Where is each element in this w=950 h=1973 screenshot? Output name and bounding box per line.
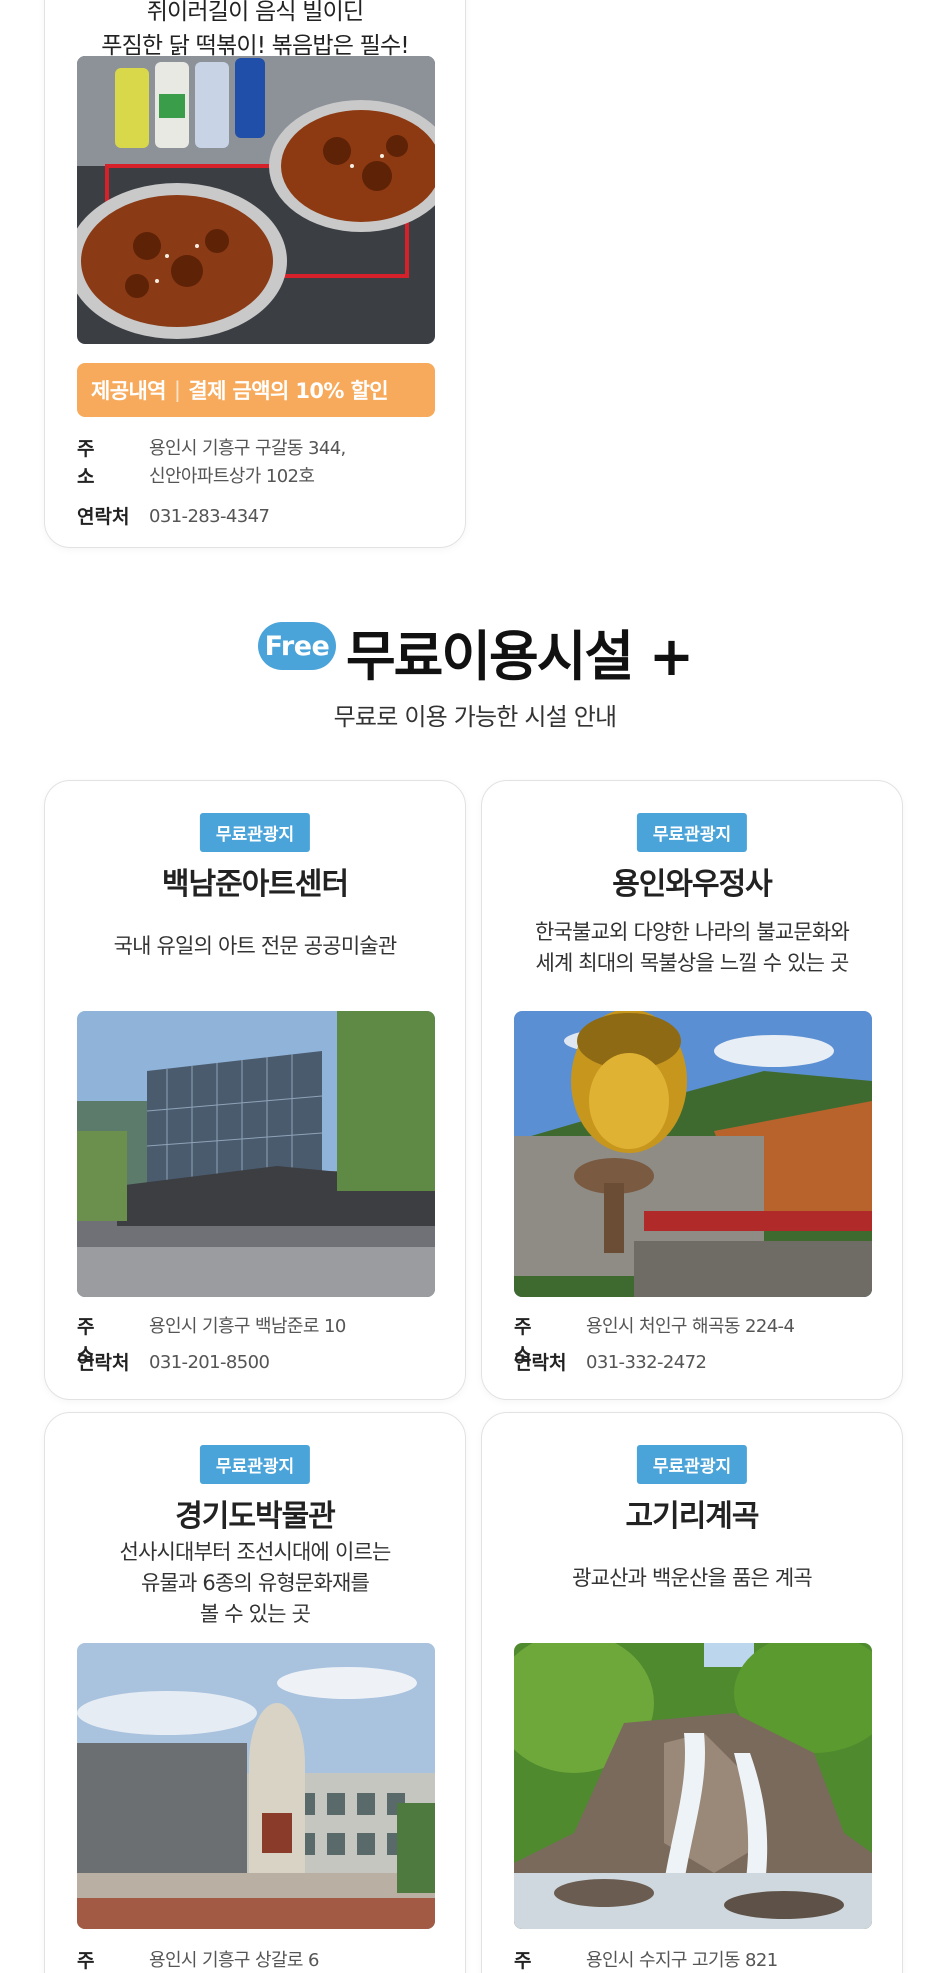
art-center-photo — [77, 1011, 435, 1297]
address-value: 용인시 기흥구 구갈동 344, 신안아파트상가 102호 — [149, 438, 346, 487]
benefit-divider: | — [173, 378, 181, 402]
place-tag: 무료관광지 — [636, 813, 748, 852]
free-badge: Free — [258, 622, 336, 670]
benefit-banner: 제공내역 | 결제 금액의 10% 할인 — [77, 363, 435, 417]
benefit-text: 결제 금액의 10% 할인 — [188, 379, 389, 403]
section-title: 무료이용시설 + — [346, 625, 694, 688]
valley-waterfall-photo — [514, 1643, 872, 1929]
place-desc: 한국불교외 다양한 나라의 불교문화와 세계 최대의 목불상을 느낄 수 있는 … — [535, 920, 850, 975]
place-contact-row: 연락처 031-332-2472 — [514, 1349, 886, 1377]
address-label: 주 소 — [77, 438, 115, 488]
address-label: 주 소 — [514, 1950, 552, 1972]
museum-photo — [77, 1643, 435, 1929]
contact-label: 연락처 — [77, 506, 130, 528]
place-title: 백남준아트센터 — [161, 867, 349, 902]
place-address-row: 주 소 용인시 수지구 고기동 821 — [514, 1947, 886, 1973]
place-tag: 무료관광지 — [636, 1445, 748, 1484]
restaurant-address-row: 주 소 용인시 기흥구 구갈동 344, 신안아파트상가 102호 — [77, 435, 449, 491]
address-value: 용인시 수지구 고기동 821 — [586, 1950, 778, 1971]
address-label: 주 소 — [77, 1950, 115, 1972]
page: 쥐이러길이 음식 빌이딘 푸짐한 닭 떡볶이! 볶음밥은 필수! 제공내역 | … — [0, 0, 950, 1973]
contact-label: 연락처 — [77, 1352, 130, 1374]
place-title: 고기리계곡 — [625, 1499, 760, 1534]
buddha-statue-photo — [514, 1011, 872, 1297]
contact-value: 031-332-2472 — [586, 1352, 707, 1373]
restaurant-desc: 쥐이러길이 음식 빌이딘 푸짐한 닭 떡볶이! 볶음밥은 필수! — [59, 0, 451, 63]
contact-label: 연락처 — [514, 1352, 567, 1374]
place-card[interactable]: 무료관광지 용인와우정사 한국불교외 다양한 나라의 불교문화와 세계 최대의 … — [481, 780, 903, 1400]
place-desc: 국내 유일의 아트 전문 공공미술관 — [113, 934, 398, 958]
place-desc: 광교산과 백운산을 품은 계곡 — [572, 1566, 813, 1590]
place-address-row: 주 소 용인시 기흥구 상갈로 6 — [77, 1947, 449, 1973]
place-card[interactable]: 무료관광지 고기리계곡 광교산과 백운산을 품은 계곡 주 소 용인시 수지구 … — [481, 1412, 903, 1973]
place-desc: 선사시대부터 조선시대에 이르는 유물과 6종의 유형문화재를 볼 수 있는 곳 — [119, 1540, 391, 1626]
restaurant-card: 쥐이러길이 음식 빌이딘 푸짐한 닭 떡볶이! 볶음밥은 필수! 제공내역 | … — [44, 0, 466, 548]
restaurant-desc-line-1: 쥐이러길이 음식 빌이딘 — [146, 0, 364, 25]
place-title: 경기도박물관 — [175, 1499, 336, 1534]
place-tag: 무료관광지 — [199, 1445, 311, 1484]
place-card[interactable]: 무료관광지 경기도박물관 선사시대부터 조선시대에 이르는 유물과 6종의 유형… — [44, 1412, 466, 1973]
contact-value: 031-201-8500 — [149, 1352, 270, 1373]
benefit-label: 제공내역 — [91, 379, 166, 403]
place-title: 용인와우정사 — [612, 867, 773, 902]
contact-value: 031-283-4347 — [149, 506, 270, 527]
food-photo — [77, 56, 435, 344]
restaurant-contact-row: 연락처 031-283-4347 — [77, 503, 449, 531]
place-card[interactable]: 무료관광지 백남준아트센터 국내 유일의 아트 전문 공공미술관 주 소 용인시… — [44, 780, 466, 1400]
place-contact-row: 연락처 031-201-8500 — [77, 1349, 449, 1377]
address-value: 용인시 기흥구 상갈로 6 — [149, 1950, 319, 1971]
place-tag: 무료관광지 — [199, 813, 311, 852]
section-subtitle: 무료로 이용 가능한 시설 안내 — [333, 703, 617, 731]
free-facilities-header: Free 무료이용시설 + — [0, 612, 950, 688]
